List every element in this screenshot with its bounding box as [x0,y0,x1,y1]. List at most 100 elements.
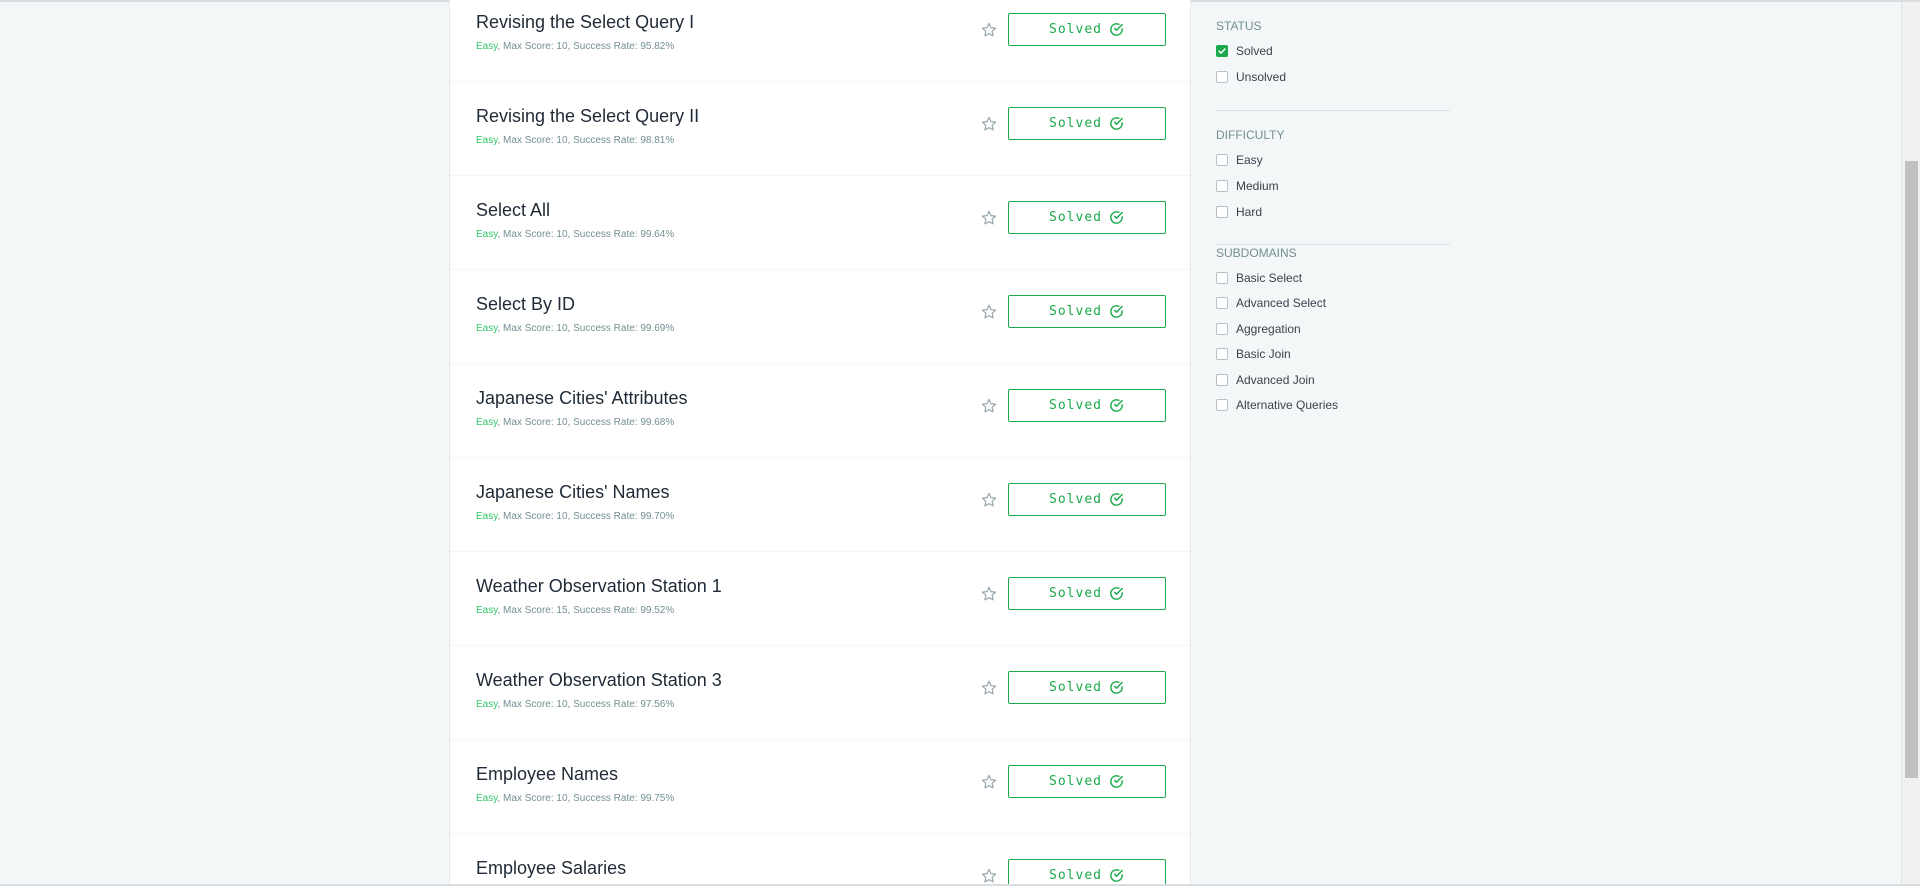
challenge-row[interactable]: Weather Observation Station 1 Easy, Max S… [450,552,1190,646]
challenge-meta: Easy, Max Score: 10, Success Rate: 99.64… [476,229,674,240]
challenge-meta: Easy, Max Score: 10, Success Rate: 99.68… [476,417,674,428]
filter-option-label: Advanced Join [1236,372,1315,387]
solved-button[interactable]: Solved [1008,13,1166,46]
star-icon[interactable] [980,773,998,791]
solved-button[interactable]: Solved [1008,577,1166,610]
filter-checkbox[interactable] [1216,297,1228,310]
challenge-stats: , Max Score: 10, Success Rate: 99.69% [497,323,675,334]
filter-option-status[interactable]: Solved [1216,43,1273,59]
solved-button[interactable]: Solved [1008,201,1166,234]
challenge-row[interactable]: Employee SalariesEasy, Max Score: 10, Su… [450,834,1190,886]
check-circle-icon [1108,491,1125,508]
filters-sidebar: STATUS Solved Unsolved DIFFICULTY Easy Med… [1216,0,1450,500]
challenge-stats: , Max Score: 10, Success Rate: 99.68% [497,417,675,428]
solved-button[interactable]: Solved [1008,295,1166,328]
filter-divider [1216,244,1450,245]
filter-checkbox[interactable] [1216,154,1228,166]
star-icon[interactable] [980,397,998,415]
star-icon[interactable] [980,679,998,697]
filter-checkbox[interactable] [1216,180,1228,192]
solved-button[interactable]: Solved [1008,389,1166,422]
challenge-title[interactable]: Employee Names [476,764,618,785]
filter-checkbox[interactable] [1216,71,1228,83]
solved-label: Solved [1049,680,1102,695]
solved-button[interactable]: Solved [1008,859,1166,886]
difficulty-label: Easy [476,41,498,52]
challenge-title[interactable]: Select By ID [476,294,575,315]
star-icon[interactable] [980,209,998,227]
filter-option-label: Aggregation [1236,321,1301,336]
difficulty-label: Easy [476,699,498,710]
star-icon[interactable] [980,867,998,885]
star-icon[interactable] [980,585,998,603]
solved-button[interactable]: Solved [1008,671,1166,704]
challenge-title[interactable]: Weather Observation Station 1 [476,576,722,597]
star-icon[interactable] [980,115,998,133]
check-circle-icon [1108,397,1125,414]
solved-label: Solved [1049,22,1102,37]
vertical-scrollbar[interactable] [1901,2,1920,884]
challenge-stats: , Max Score: 10, Success Rate: 99.64% [497,229,675,240]
difficulty-label: Easy [476,511,498,522]
difficulty-label: Easy [476,135,498,146]
challenge-list: Revising the Select Query I Easy, Max Sco… [449,0,1191,886]
filter-checkbox[interactable] [1216,272,1228,284]
challenge-stats: , Max Score: 10, Success Rate: 97.56% [497,699,675,710]
challenge-row[interactable]: Japanese Cities' Names Easy, Max Score: 1… [450,458,1190,552]
challenge-title[interactable]: Japanese Cities' Names [476,482,670,503]
filter-option-subdomains[interactable]: Basic Select [1216,270,1302,286]
filter-checkbox[interactable] [1216,399,1228,411]
difficulty-label: Easy [476,417,498,428]
star-icon[interactable] [980,491,998,509]
scrollbar-thumb[interactable] [1905,161,1918,778]
solved-label: Solved [1049,116,1102,131]
solved-button[interactable]: Solved [1008,107,1166,140]
challenge-row[interactable]: Select All Easy, Max Score: 10, Success R… [450,176,1190,270]
solved-label: Solved [1049,774,1102,789]
filter-option-subdomains[interactable]: Advanced Join [1216,372,1315,388]
filter-checkbox[interactable] [1216,206,1228,218]
check-circle-icon [1108,303,1125,320]
filter-checkbox[interactable] [1216,45,1228,57]
challenge-row[interactable]: Employee Names Easy, Max Score: 10, Succe… [450,740,1190,834]
challenge-meta: Easy, Max Score: 15, Success Rate: 99.52… [476,605,674,616]
challenge-meta: Easy, Max Score: 10, Success Rate: 99.69… [476,323,674,334]
difficulty-label: Easy [476,229,498,240]
difficulty-label: Easy [476,605,498,616]
challenge-meta: Easy, Max Score: 10, Success Rate: 98.81… [476,135,674,146]
challenge-row[interactable]: Select By ID Easy, Max Score: 10, Success… [450,270,1190,364]
star-icon[interactable] [980,21,998,39]
filter-option-difficulty[interactable]: Easy [1216,152,1263,168]
solved-button[interactable]: Solved [1008,483,1166,516]
checkmark-icon [1217,46,1227,56]
solved-label: Solved [1049,210,1102,225]
solved-label: Solved [1049,586,1102,601]
challenge-row[interactable]: Revising the Select Query I Easy, Max Sco… [450,0,1190,82]
challenge-title[interactable]: Revising the Select Query II [476,106,699,127]
filter-checkbox[interactable] [1216,373,1228,386]
challenge-title[interactable]: Japanese Cities' Attributes [476,388,688,409]
filter-option-subdomains[interactable]: Alternative Queries [1216,397,1338,413]
filter-option-difficulty[interactable]: Hard [1216,204,1262,220]
filter-option-label: Advanced Select [1236,296,1327,311]
check-circle-icon [1108,209,1125,226]
challenge-title[interactable]: Revising the Select Query I [476,12,694,33]
challenge-row[interactable]: Japanese Cities' Attributes Easy, Max Sco… [450,364,1190,458]
filter-checkbox[interactable] [1216,348,1228,361]
filter-divider [1216,110,1450,111]
filter-checkbox[interactable] [1216,322,1228,335]
filter-option-subdomains[interactable]: Advanced Select [1216,295,1326,311]
challenge-title[interactable]: Weather Observation Station 3 [476,670,722,691]
challenge-title[interactable]: Select All [476,200,550,221]
filter-option-status[interactable]: Unsolved [1216,69,1286,85]
filter-option-difficulty[interactable]: Medium [1216,178,1279,194]
challenge-row[interactable]: Weather Observation Station 3 Easy, Max S… [450,646,1190,740]
filter-option-label: Basic Join [1236,347,1291,362]
check-circle-icon [1108,867,1125,884]
challenge-title[interactable]: Employee Salaries [476,858,626,879]
solved-button[interactable]: Solved [1008,765,1166,798]
challenge-row[interactable]: Revising the Select Query II Easy, Max Sc… [450,82,1190,176]
filter-option-subdomains[interactable]: Aggregation [1216,321,1301,337]
star-icon[interactable] [980,303,998,321]
filter-option-subdomains[interactable]: Basic Join [1216,346,1291,362]
